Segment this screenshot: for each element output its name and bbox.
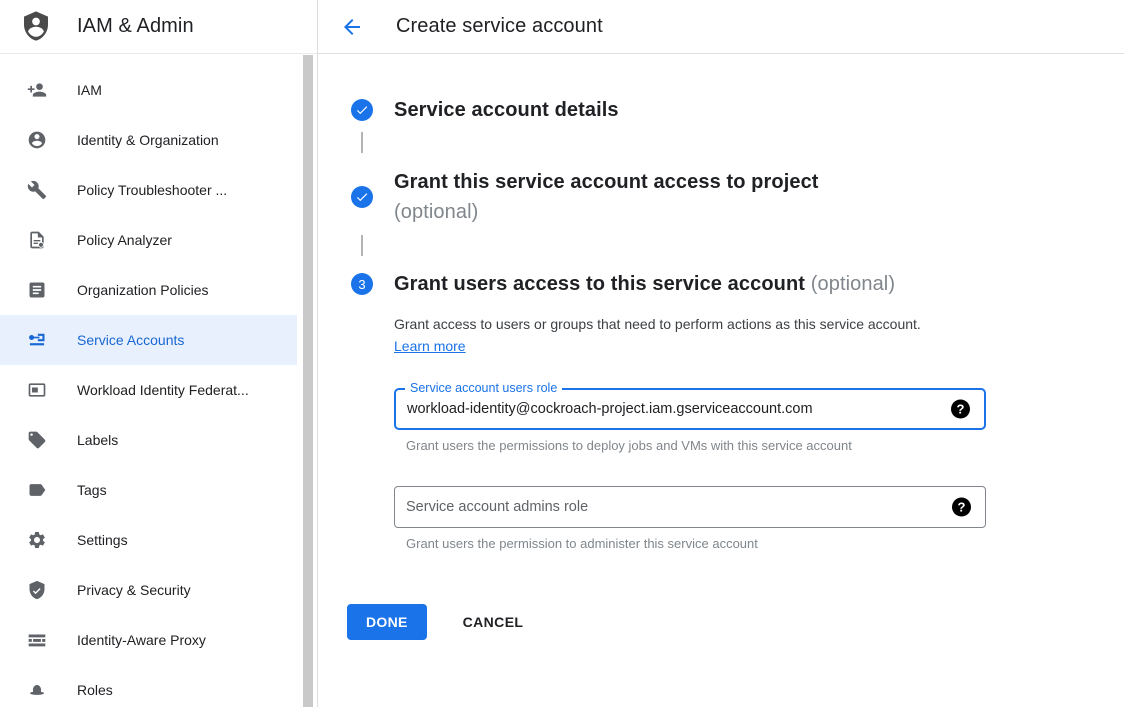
step-3-grant-users-access: 3 Grant users access to this service acc… [351, 270, 1124, 551]
sidebar-item-label: Roles [77, 682, 113, 698]
page-header: Create service account [318, 0, 1124, 54]
service-account-users-role-field: Service account users role ? [394, 388, 986, 430]
sidebar-nav: IAM Identity & Organization Policy Troub… [0, 54, 317, 707]
service-account-key-icon [27, 330, 47, 350]
step-3-title-text: Grant users access to this service accou… [394, 273, 805, 295]
step-2-title: Grant this service account access to pro… [394, 167, 819, 227]
shield-check-icon [27, 580, 47, 600]
sidebar-item-label: Workload Identity Federat... [77, 382, 249, 398]
sidebar-item-label: Service Accounts [77, 332, 184, 348]
account-circle-icon [27, 130, 47, 150]
admins-role-helper-text: Grant users the permission to administer… [406, 536, 986, 551]
sidebar: IAM & Admin IAM Identity & Organization … [0, 0, 318, 707]
wrench-icon [27, 180, 47, 200]
sidebar-item-iam[interactable]: IAM [0, 65, 297, 115]
sidebar-item-privacy-security[interactable]: Privacy & Security [0, 565, 297, 615]
learn-more-link[interactable]: Learn more [394, 338, 466, 354]
sidebar-item-policy-troubleshooter[interactable]: Policy Troubleshooter ... [0, 165, 297, 215]
help-icon[interactable]: ? [952, 498, 971, 517]
step-3-optional-label: (optional) [811, 273, 895, 295]
sidebar-item-labels[interactable]: Labels [0, 415, 297, 465]
person-add-icon [27, 80, 47, 100]
sidebar-header: IAM & Admin [0, 0, 317, 54]
card-icon [27, 380, 47, 400]
sidebar-item-workload-identity-federation[interactable]: Workload Identity Federat... [0, 365, 297, 415]
create-service-account-form: Service account details Grant this servi… [318, 54, 1124, 640]
step-3-description: Grant access to users or groups that nee… [394, 313, 947, 357]
tag-icon [27, 430, 47, 450]
sidebar-item-identity-organization[interactable]: Identity & Organization [0, 115, 297, 165]
sidebar-item-label: Organization Policies [77, 282, 209, 298]
step-2-optional-label: (optional) [394, 197, 819, 227]
admins-role-input[interactable] [395, 487, 985, 527]
main-panel: Create service account Service account d… [318, 0, 1124, 707]
sidebar-scrollbar-thumb[interactable] [303, 55, 313, 707]
step-3-title: Grant users access to this service accou… [394, 270, 986, 298]
step-2-complete-check-icon [351, 186, 373, 208]
document-gear-icon [27, 230, 47, 250]
form-actions: DONE CANCEL [347, 604, 1124, 640]
sidebar-item-identity-aware-proxy[interactable]: Identity-Aware Proxy [0, 615, 297, 665]
step-2-title-text: Grant this service account access to pro… [394, 171, 819, 193]
article-icon [27, 280, 47, 300]
sidebar-item-label: Labels [77, 432, 118, 448]
page-title: Create service account [396, 15, 603, 38]
sidebar-item-settings[interactable]: Settings [0, 515, 297, 565]
step-connector [361, 132, 363, 153]
cancel-button[interactable]: CANCEL [463, 614, 524, 630]
back-arrow-icon[interactable] [340, 15, 364, 39]
sidebar-item-policy-analyzer[interactable]: Policy Analyzer [0, 215, 297, 265]
hat-icon [27, 680, 47, 700]
sidebar-item-tags[interactable]: Tags [0, 465, 297, 515]
product-title: IAM & Admin [77, 15, 194, 38]
sidebar-item-service-accounts[interactable]: Service Accounts [0, 315, 297, 365]
sidebar-item-label: Settings [77, 532, 128, 548]
help-icon[interactable]: ? [951, 400, 970, 419]
sidebar-item-organization-policies[interactable]: Organization Policies [0, 265, 297, 315]
users-role-field-label: Service account users role [405, 381, 562, 396]
sidebar-item-label: Policy Troubleshooter ... [77, 182, 227, 198]
gear-icon [27, 530, 47, 550]
sidebar-item-label: IAM [77, 82, 102, 98]
iam-shield-icon [20, 10, 52, 44]
step-3-description-text: Grant access to users or groups that nee… [394, 316, 921, 332]
step-1-title: Service account details [394, 96, 619, 124]
sidebar-item-label: Policy Analyzer [77, 232, 172, 248]
step-3-number-badge: 3 [351, 273, 373, 295]
step-2-grant-access-to-project: Grant this service account access to pro… [351, 167, 1124, 227]
label-arrow-icon [27, 480, 47, 500]
sidebar-item-label: Identity-Aware Proxy [77, 632, 206, 648]
users-role-helper-text: Grant users the permissions to deploy jo… [406, 438, 986, 453]
sidebar-item-roles[interactable]: Roles [0, 665, 297, 707]
stepper: Service account details Grant this servi… [318, 96, 1124, 551]
step-1-complete-check-icon [351, 99, 373, 121]
proxy-rows-icon [27, 630, 47, 650]
step-connector [361, 235, 363, 256]
done-button[interactable]: DONE [347, 604, 427, 640]
step-1-service-account-details: Service account details [351, 96, 1124, 124]
sidebar-item-label: Privacy & Security [77, 582, 191, 598]
sidebar-item-label: Tags [77, 482, 107, 498]
service-account-admins-role-field: ? [394, 486, 986, 528]
sidebar-item-label: Identity & Organization [77, 132, 219, 148]
